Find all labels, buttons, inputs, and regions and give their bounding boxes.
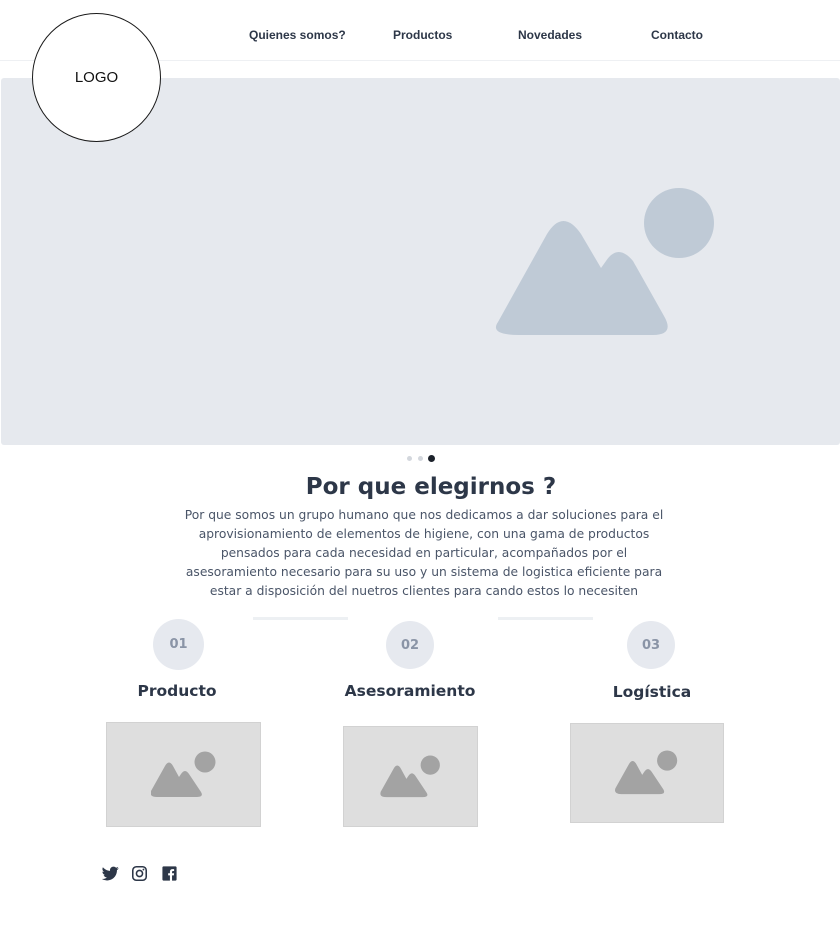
image-placeholder-icon	[615, 750, 678, 795]
step-connector	[498, 617, 593, 620]
step-image-logistica	[570, 723, 724, 823]
nav-link-productos[interactable]: Productos	[393, 28, 452, 42]
carousel-dot-2[interactable]	[418, 456, 423, 461]
nav-link-novedades[interactable]: Novedades	[518, 28, 582, 42]
step-number-badge: 03	[627, 621, 675, 669]
twitter-icon[interactable]	[102, 865, 119, 882]
facebook-icon[interactable]	[161, 865, 178, 882]
section-description: Por que somos un grupo humano que nos de…	[184, 508, 664, 598]
step-image-producto	[106, 722, 261, 827]
carousel-dot-3-active[interactable]	[428, 455, 435, 462]
site-logo[interactable]: LOGO	[32, 13, 161, 142]
step-title-producto: Producto	[137, 682, 217, 700]
step-connector	[253, 617, 348, 620]
image-placeholder-icon	[150, 751, 215, 797]
carousel-dot-1[interactable]	[407, 456, 412, 461]
instagram-icon[interactable]	[131, 865, 148, 882]
nav-link-contacto[interactable]: Contacto	[651, 28, 703, 42]
step-number-badge: 01	[153, 619, 204, 670]
logo-text: LOGO	[74, 69, 119, 86]
section-title: Por que elegirnos ?	[305, 474, 557, 500]
nav-link-quienes-somos[interactable]: Quienes somos?	[249, 28, 346, 42]
step-title-logistica: Logística	[612, 683, 692, 701]
step-number-badge: 02	[386, 621, 434, 669]
image-placeholder-icon	[379, 754, 440, 797]
step-image-asesoramiento	[343, 726, 478, 827]
step-title-asesoramiento: Asesoramiento	[344, 682, 476, 700]
